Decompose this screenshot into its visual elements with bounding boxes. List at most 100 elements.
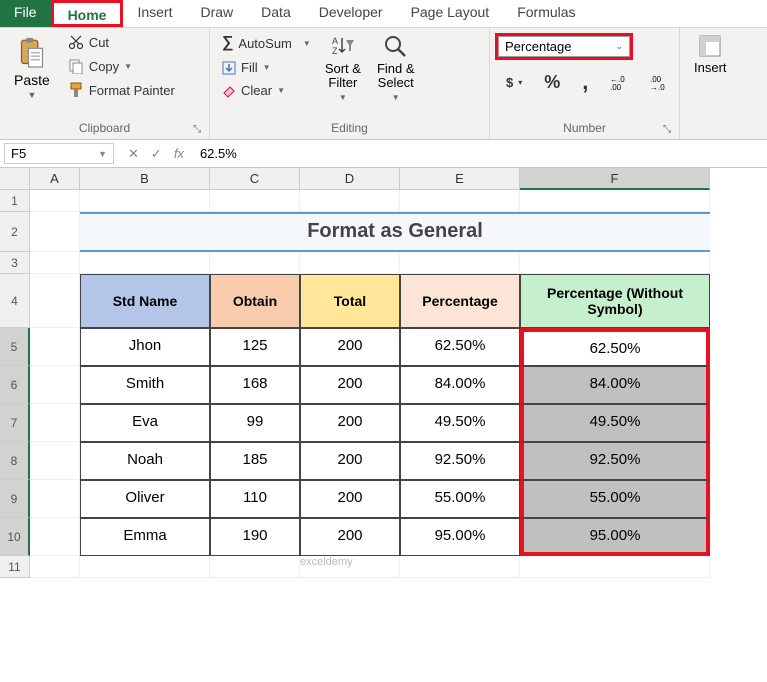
chevron-down-icon: ▼ [392, 93, 400, 102]
chevron-down-icon: ▾ [518, 78, 522, 87]
row-header-11[interactable]: 11 [0, 556, 30, 578]
tab-developer[interactable]: Developer [305, 0, 397, 27]
row-header-10[interactable]: 10 [0, 518, 30, 556]
chevron-down-icon: ▼ [277, 86, 285, 95]
tab-draw[interactable]: Draw [186, 0, 247, 27]
cell-pct-no[interactable]: 62.50% [520, 328, 710, 366]
cell-obtain[interactable]: 185 [210, 442, 300, 480]
enter-formula-button[interactable]: ✓ [151, 146, 162, 162]
spreadsheet-grid[interactable]: A B C D E F 1 2 Format as General 3 4 St… [0, 168, 767, 578]
row-header-7[interactable]: 7 [0, 404, 30, 442]
copy-button[interactable]: Copy ▼ [64, 56, 179, 76]
cell-obtain[interactable]: 190 [210, 518, 300, 556]
cell-total[interactable]: 200 [300, 404, 400, 442]
paste-button[interactable]: Paste ▼ [8, 32, 56, 104]
cell-pct[interactable]: 55.00% [400, 480, 520, 518]
tab-formulas[interactable]: Formulas [503, 0, 589, 27]
row-header-5[interactable]: 5 [0, 328, 30, 366]
increase-decimal-button[interactable]: ←.0.00 [606, 72, 632, 92]
clipboard-group-label: Clipboard⤡ [8, 121, 201, 137]
row-header-1[interactable]: 1 [0, 190, 30, 212]
cell-name[interactable]: Noah [80, 442, 210, 480]
cell-pct[interactable]: 62.50% [400, 328, 520, 366]
eraser-icon [222, 84, 236, 98]
number-dialog-launcher[interactable]: ⤡ [663, 124, 671, 135]
decrease-decimal-icon: .00→.0 [650, 74, 668, 90]
cell-total[interactable]: 200 [300, 480, 400, 518]
ribbon-tabs: File Home Insert Draw Data Developer Pag… [0, 0, 767, 28]
formula-input[interactable] [194, 146, 767, 161]
row-header-4[interactable]: 4 [0, 274, 30, 328]
fx-button[interactable]: fx [174, 146, 184, 162]
row-header-8[interactable]: 8 [0, 442, 30, 480]
cell-pct-no[interactable]: 49.50% [520, 404, 710, 442]
cell-pct[interactable]: 92.50% [400, 442, 520, 480]
clipboard-dialog-launcher[interactable]: ⤡ [193, 124, 201, 135]
find-select-button[interactable]: Find & Select ▼ [371, 32, 421, 104]
svg-text:A: A [332, 36, 338, 46]
cell-obtain[interactable]: 110 [210, 480, 300, 518]
cell-obtain[interactable]: 168 [210, 366, 300, 404]
table-title: Format as General [80, 212, 710, 252]
cancel-formula-button[interactable]: ✕ [128, 146, 139, 162]
sort-filter-button[interactable]: AZ Sort & Filter ▼ [319, 32, 367, 104]
format-painter-button[interactable]: Format Painter [64, 80, 179, 100]
fill-button[interactable]: Fill ▼ [218, 58, 315, 77]
tab-data[interactable]: Data [247, 0, 305, 27]
cell-pct-no[interactable]: 95.00% [520, 518, 710, 556]
comma-button[interactable]: , [578, 67, 592, 97]
fill-down-icon [222, 61, 236, 75]
svg-text:.00: .00 [610, 83, 622, 90]
row-header-6[interactable]: 6 [0, 366, 30, 404]
cell-name[interactable]: Eva [80, 404, 210, 442]
row-header-9[interactable]: 9 [0, 480, 30, 518]
formula-bar: F5 ▼ ✕ ✓ fx [0, 140, 767, 168]
decrease-decimal-button[interactable]: .00→.0 [646, 72, 672, 92]
cell-name[interactable]: Oliver [80, 480, 210, 518]
cell-total[interactable]: 200 [300, 518, 400, 556]
svg-text:→.0: →.0 [650, 83, 665, 90]
cell-name[interactable]: Emma [80, 518, 210, 556]
cell-obtain[interactable]: 125 [210, 328, 300, 366]
name-box[interactable]: F5 ▼ [4, 143, 114, 164]
chevron-down-icon: ⌄ [615, 41, 623, 52]
paintbrush-icon [68, 82, 84, 98]
chevron-down-icon: ▼ [27, 90, 36, 100]
col-header-e[interactable]: E [400, 168, 520, 190]
row-header-3[interactable]: 3 [0, 252, 30, 274]
tab-file[interactable]: File [0, 0, 51, 27]
insert-cells-button[interactable]: Insert [688, 32, 733, 77]
sigma-icon: ∑ [222, 34, 233, 52]
col-header-b[interactable]: B [80, 168, 210, 190]
cell-pct-no[interactable]: 84.00% [520, 366, 710, 404]
th-pct-no: Percentage (Without Symbol) [520, 274, 710, 328]
col-header-a[interactable]: A [30, 168, 80, 190]
col-header-c[interactable]: C [210, 168, 300, 190]
col-header-f[interactable]: F [520, 168, 710, 190]
chevron-down-icon: ▼ [263, 63, 271, 72]
cell-total[interactable]: 200 [300, 442, 400, 480]
cell-name[interactable]: Smith [80, 366, 210, 404]
autosum-button[interactable]: ∑ AutoSum ▼ [218, 32, 315, 54]
cell-pct-no[interactable]: 55.00% [520, 480, 710, 518]
tab-pagelayout[interactable]: Page Layout [397, 0, 504, 27]
clear-button[interactable]: Clear ▼ [218, 81, 315, 100]
select-all-corner[interactable] [0, 168, 30, 190]
number-format-dropdown[interactable]: Percentage ⌄ [498, 36, 630, 57]
table-row: 7 Eva 99 200 49.50% 49.50% [0, 404, 767, 442]
cell-total[interactable]: 200 [300, 366, 400, 404]
tab-home[interactable]: Home [51, 0, 124, 27]
cell-pct-no[interactable]: 92.50% [520, 442, 710, 480]
cell-pct[interactable]: 95.00% [400, 518, 520, 556]
cell-obtain[interactable]: 99 [210, 404, 300, 442]
tab-insert[interactable]: Insert [123, 0, 186, 27]
cell-name[interactable]: Jhon [80, 328, 210, 366]
cell-pct[interactable]: 49.50% [400, 404, 520, 442]
percent-button[interactable]: % [540, 70, 564, 95]
row-header-2[interactable]: 2 [0, 212, 30, 252]
currency-button[interactable]: $▾ [502, 73, 526, 92]
cell-total[interactable]: 200 [300, 328, 400, 366]
cell-pct[interactable]: 84.00% [400, 366, 520, 404]
col-header-d[interactable]: D [300, 168, 400, 190]
cut-button[interactable]: Cut [64, 32, 179, 52]
